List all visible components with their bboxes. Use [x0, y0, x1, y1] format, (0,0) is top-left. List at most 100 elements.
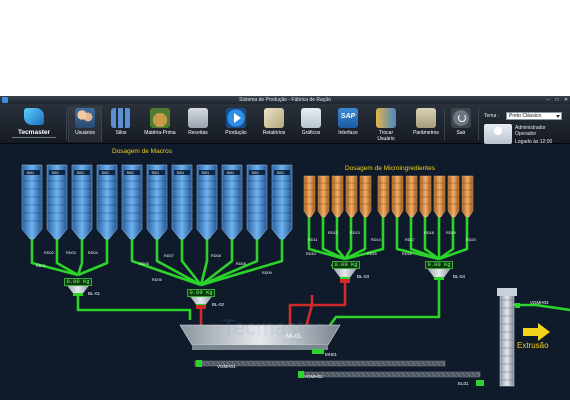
pipe [328, 279, 441, 326]
silo-label: Si01 [177, 171, 185, 175]
switch-user-label: Trocar Usuário [377, 130, 395, 142]
sap-text: SAP [340, 113, 356, 120]
silo-micro [303, 175, 316, 218]
toolbar-separator [478, 108, 479, 140]
silos-label: Silos [115, 130, 127, 136]
maximize-button[interactable]: □ [553, 97, 561, 103]
conveyor-belt [299, 371, 481, 378]
close-button[interactable]: ✕ [562, 97, 570, 103]
silo-label: Si01 [127, 171, 135, 175]
gate-vgmh01 [196, 360, 202, 367]
mixer-label: MI-01 [286, 334, 302, 340]
balance-label-bl01: BL-01 [88, 291, 101, 296]
theme-select[interactable]: Preto Clássico [506, 112, 562, 120]
valve-tag: RD13 [350, 231, 360, 235]
weight-value: 0.00 [66, 278, 80, 285]
valve-tag: RD06 [139, 262, 149, 266]
weight-unit: Kg [350, 261, 358, 268]
play-icon [226, 108, 246, 128]
silo-micro [377, 175, 390, 218]
valve-tag: RD02 [44, 251, 54, 255]
raw-material-button[interactable]: Matéria-Prima [140, 106, 180, 142]
reports-icon [264, 108, 284, 128]
elevator [499, 289, 515, 387]
reports-button[interactable]: Relatórios [255, 106, 293, 142]
minimize-button[interactable]: – [544, 97, 552, 103]
silo-macro [171, 164, 193, 240]
production-button[interactable]: Produção [218, 106, 254, 142]
process-svg: RD01 RD02 RD03 RD04 RD05 RD06 RD07 RD08 RD08 RD09… [21, 164, 570, 387]
exit-button[interactable]: Sair [446, 106, 476, 142]
user-avatar [484, 124, 512, 144]
silo-label: Si01 [77, 171, 85, 175]
power-icon [451, 108, 471, 128]
balance-label-bl03: BL-03 [357, 274, 370, 279]
interface-label: Interface [338, 130, 358, 136]
weight-unit: Kg [443, 261, 451, 268]
elevator-label: EL01 [458, 381, 469, 386]
weight-display-bl01: 0.00 Kg [64, 278, 92, 286]
production-label: Produção [225, 130, 247, 136]
silo-micro [345, 175, 358, 218]
charts-icon [301, 108, 321, 128]
recipes-label: Receitas [188, 130, 208, 136]
valve-tag: RD07 [164, 254, 174, 258]
valve-closed [196, 305, 206, 309]
silo-micro [419, 175, 432, 218]
silo-micro [317, 175, 330, 218]
silo-macro [271, 164, 293, 240]
valve-tag: RD12 [328, 231, 338, 235]
mixer-motor [312, 349, 324, 354]
charts-button[interactable]: Gráficos [294, 106, 328, 142]
valve-tag: RD09 [262, 271, 272, 275]
motor-label: MH01 [325, 352, 338, 357]
users-button[interactable]: Usuários [68, 106, 102, 142]
settings-button[interactable]: Parâmetros [406, 106, 446, 142]
weight-value: 0.00 [334, 261, 348, 268]
elevator-motor [476, 380, 484, 386]
recipes-button[interactable]: Receitas [181, 106, 215, 142]
balance-label-bl02: BL-02 [212, 302, 225, 307]
units: RD01 RD02 RD03 RD04 RD05 RD06 RD07 RD08 RD08 RD09… [36, 231, 550, 387]
toolbar-separator [444, 108, 445, 140]
switch-user-button[interactable]: Trocar Usuário [367, 106, 405, 142]
user-role: Operador [515, 131, 537, 137]
silo-label: Si01 [52, 171, 60, 175]
weight-value: 0.00 [427, 261, 441, 268]
valve-tag: RD01 [36, 264, 46, 268]
valve-tag: RD14 [371, 238, 381, 242]
pipe [514, 303, 570, 312]
gate-label-vgmh01: VGMH01 [217, 364, 236, 369]
silo-micro [331, 175, 344, 218]
silo-label: Si01 [277, 171, 285, 175]
balance-label-bl04: BL-04 [453, 274, 466, 279]
logo-mark [24, 108, 44, 125]
silos-icon [111, 108, 131, 128]
macros-title: Dosagem de Macros [112, 148, 172, 155]
valve-closed [340, 279, 350, 283]
micro-title: Dosagem de Microingredientes [345, 165, 435, 172]
users-icon [75, 108, 95, 128]
pipe [76, 295, 192, 320]
exit-label: Sair [456, 130, 466, 136]
silo-label: Si01 [202, 171, 210, 175]
silo-micro [447, 175, 460, 218]
theme-label: Tema : [484, 113, 500, 119]
silos-button[interactable]: Silos [104, 106, 138, 142]
valve-tag: RD03 [66, 251, 76, 255]
weight-value: 0.00 [189, 289, 203, 296]
interface-button[interactable]: SAP Interface [330, 106, 366, 142]
silo-group: Si01 Si01 Si01 Si01 Si01 Si01 Si01 Si01 Si01 Si01… [21, 164, 474, 240]
elevator-head [497, 288, 517, 296]
silo-macro [246, 164, 268, 240]
chevron-down-icon [556, 115, 560, 118]
extrusion-arrow-icon [523, 323, 550, 341]
gate-label-vgmh03: VGMH03 [530, 300, 549, 305]
settings-icon [416, 108, 436, 128]
silo-macro [71, 164, 93, 240]
valve-tag: RD05 [152, 278, 162, 282]
recipes-icon [188, 108, 208, 128]
pipe [76, 239, 84, 276]
silo-micro [405, 175, 418, 218]
valve-tag: RD18 [424, 231, 434, 235]
